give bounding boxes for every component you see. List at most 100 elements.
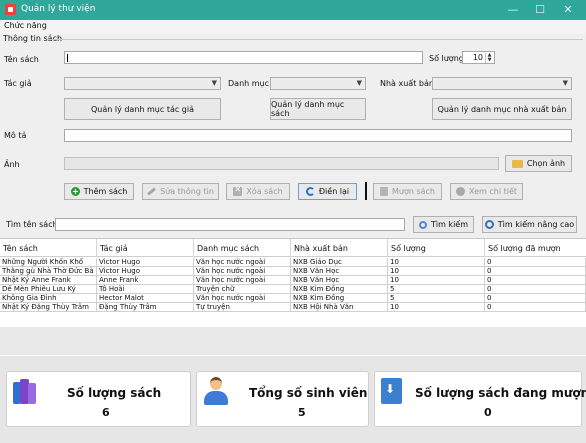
search-label: Tìm tên sách [6,220,58,229]
minimize-button[interactable]: — [498,1,528,19]
quantity-value: 10 [472,53,483,62]
table-cell: 10 [388,258,485,267]
column-divider[interactable] [290,239,291,257]
table-cell: Nhật Ký Anne Frank [0,276,97,285]
add-book-button[interactable]: Thêm sách [64,183,134,200]
table-cell: NXB Hội Nhà Văn [291,303,388,312]
table-cell: 0 [485,303,586,312]
maximize-button[interactable]: ☐ [525,1,555,19]
group-border [48,39,583,40]
choose-image-button[interactable]: Chọn ảnh [505,155,572,172]
column-header[interactable]: Số lượng [391,244,426,253]
column-divider[interactable] [387,239,388,257]
search-icon [418,220,427,229]
book-name-input[interactable] [64,51,423,64]
search-button[interactable]: Tìm kiếm [413,216,474,233]
search-bar: Tìm tên sách Tìm kiếm Tìm kiếm nâng cao [0,208,586,238]
plus-circle-icon [70,187,80,196]
table-cell: Victor Hugo [97,267,194,276]
manage-category-button[interactable]: Quản lý danh mục sách [270,98,366,120]
publisher-combobox[interactable]: ▼ [432,77,572,90]
table-cell: 0 [485,285,586,294]
author-combobox[interactable]: ▼ [64,77,221,90]
column-header[interactable]: Danh mục sách [197,244,259,253]
author-label: Tác giả [4,79,32,88]
table-row[interactable]: Không Gia Đình Hector Malot Văn học nước… [0,294,586,303]
manage-author-label: Quản lý danh mục tác giả [90,104,195,114]
table-cell: Nhật Ký Đặng Thùy Trâm [0,303,97,312]
manage-category-label: Quản lý danh mục sách [271,100,345,118]
table-cell: NXB Giáo Dục [291,258,388,267]
table-cell: Truyện chữ [194,285,291,294]
table-row[interactable]: Những Người Khốn Khổ Victor Hugo Văn học… [0,258,586,267]
publisher-label: Nhà xuất bản [380,79,434,88]
borrow-book-button[interactable]: Mượn sách [373,183,442,200]
image-path-field [64,157,499,170]
close-button[interactable]: ✕ [553,1,583,19]
category-label: Danh mục [228,79,270,88]
app-icon [5,4,16,15]
manage-publisher-label: Quản lý danh mục nhà xuất bản [437,104,567,114]
table-cell: 0 [485,276,586,285]
table-row[interactable]: Thằng gù Nhà Thờ Đức Bà Victor Hugo Văn … [0,267,586,276]
manage-author-button[interactable]: Quản lý danh mục tác giả [64,98,221,120]
students-count-label: Tổng số sinh viên [249,386,368,400]
table-cell: 10 [388,303,485,312]
eye-icon [455,187,465,196]
column-header[interactable]: Tác giả [100,244,128,253]
books-icon [13,379,37,405]
table-cell: 10 [388,267,485,276]
chevron-down-icon: ▼ [562,79,568,87]
table-cell: NXB Văn Học [291,276,388,285]
column-divider[interactable] [193,239,194,257]
table-cell: 0 [485,267,586,276]
view-detail-button[interactable]: Xem chi tiết [450,183,523,200]
column-divider[interactable] [96,239,97,257]
table-row[interactable]: Dế Mèn Phiêu Lưu Ký Tô Hoài Truyện chữ N… [0,285,586,294]
book-info-panel: Thông tin sách Tên sách Số lượng 10 ▲ ▼ T… [0,34,586,208]
quantity-spinner[interactable]: 10 ▲ ▼ [462,51,495,64]
description-input[interactable] [64,129,572,142]
table-cell: Thằng gù Nhà Thờ Đức Bà [0,267,97,276]
spinner-arrows-icon[interactable]: ▲ ▼ [485,53,493,63]
table-cell: Đặng Thùy Trâm [97,303,194,312]
menu-functions[interactable]: Chức năng [4,21,47,30]
table-row[interactable]: Nhật Ký Anne Frank Anne Frank Văn học nư… [0,276,586,285]
toolbar-separator [365,182,367,200]
table-cell: NXB Kim Đồng [291,294,388,303]
delete-book-label: Xóa sách [246,187,283,196]
quantity-label: Số lượng [429,54,464,63]
reload-button[interactable]: Điền lại [298,183,357,200]
column-header[interactable]: Tên sách [3,244,38,253]
edit-book-button[interactable]: Sửa thông tin [142,183,219,200]
table-row[interactable]: Nhật Ký Đặng Thùy Trâm Đặng Thùy Trâm Tự… [0,303,586,312]
image-label: Ảnh [4,160,20,169]
book-name-label: Tên sách [4,55,39,64]
column-header[interactable]: Nhà xuất bản [294,244,348,253]
chevron-down-icon: ▼ [211,79,217,87]
table-empty-area [0,327,586,355]
column-divider[interactable] [484,239,485,257]
table-cell: 5 [388,294,485,303]
user-icon [203,377,229,407]
table-cell: Tự truyện [194,303,291,312]
choose-image-label: Chọn ảnh [526,159,566,168]
table-cell: Dế Mèn Phiêu Lưu Ký [0,285,97,294]
delete-book-button[interactable]: Xóa sách [226,183,290,200]
table-cell: 0 [485,258,586,267]
table-cell: 10 [388,276,485,285]
manage-publisher-button[interactable]: Quản lý danh mục nhà xuất bản [432,98,572,120]
refresh-icon [305,187,315,196]
column-header[interactable]: Số lượng đã mượn [488,244,561,253]
borrow-book-label: Mượn sách [391,187,436,196]
books-count-value: 6 [102,406,110,419]
x-icon [233,185,243,196]
table-cell: Những Người Khốn Khổ [0,258,97,267]
advanced-search-button[interactable]: Tìm kiếm nâng cao [482,216,577,233]
table-cell: Văn học nước ngoài [194,294,291,303]
category-combobox[interactable]: ▼ [270,77,366,90]
search-input[interactable] [55,218,405,231]
edit-book-label: Sửa thông tin [160,187,214,196]
borrowed-count-value: 0 [484,406,492,419]
table-cell: 5 [388,285,485,294]
